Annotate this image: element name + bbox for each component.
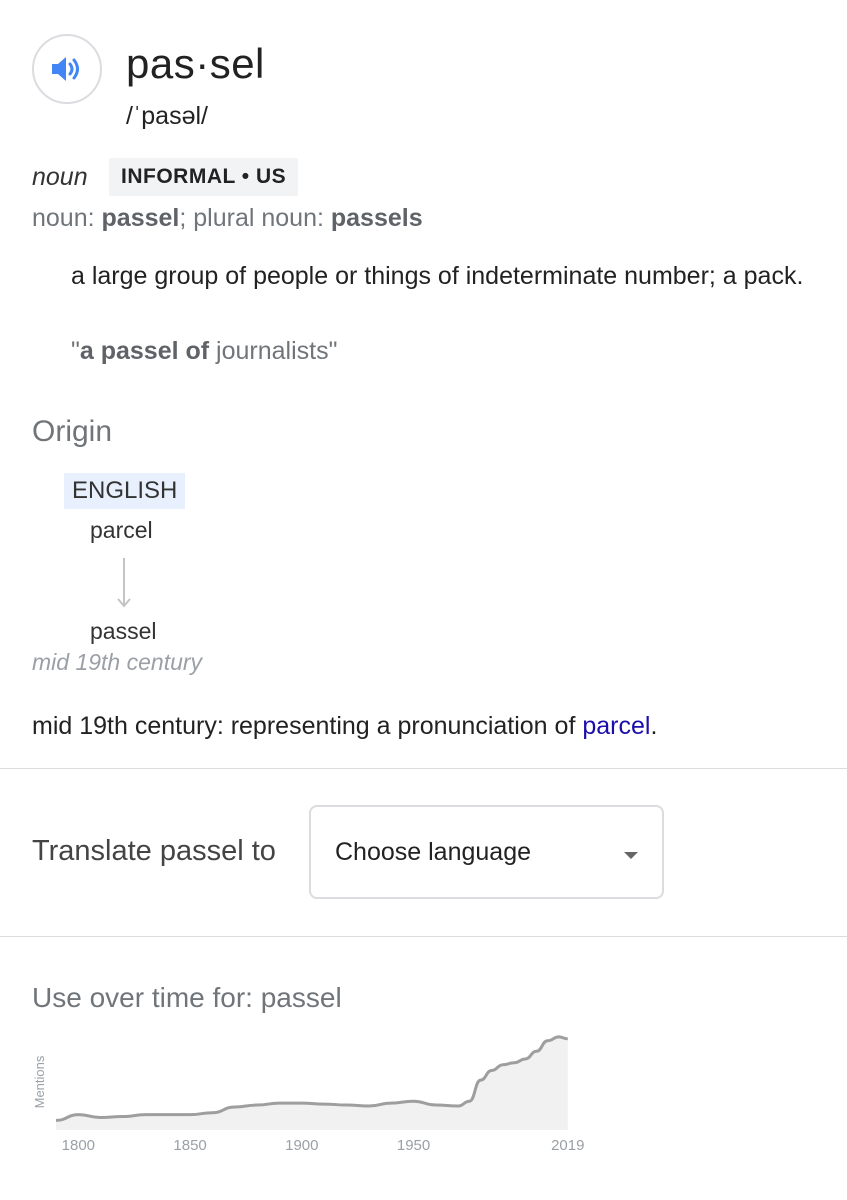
x-tick-label-3: 1950 [397, 1137, 430, 1154]
usage-over-time-chart: Mentions 1800 1850 1900 1950 2019 [32, 1035, 584, 1154]
pronunciation-audio-button[interactable] [32, 34, 102, 104]
x-tick-label-0: 1800 [62, 1137, 95, 1154]
noun-form-label: noun: [32, 204, 102, 232]
register-badge: INFORMAL • US [109, 158, 299, 196]
headword: pas·sel [126, 40, 265, 87]
origin-heading: Origin [32, 415, 113, 448]
part-of-speech: noun [32, 163, 88, 191]
language-select[interactable]: Choose language [309, 805, 664, 899]
usage-example: "a passel of journalists" [71, 337, 337, 366]
example-open-quote: " [71, 337, 80, 365]
origin-text-prefix: mid 19th century: representing a pronunc… [32, 712, 583, 740]
dropdown-arrow-icon [624, 852, 638, 859]
origin-language-badge: ENGLISH [64, 473, 186, 509]
section-divider [0, 936, 847, 937]
arrow-down-icon [117, 558, 131, 608]
noun-form-value: passel [101, 204, 180, 232]
origin-description: mid 19th century: representing a pronunc… [32, 712, 657, 741]
etymology-target-word: passel [90, 618, 157, 644]
translate-label: Translate passel to [32, 835, 276, 867]
speaker-icon [52, 57, 79, 81]
x-tick-label-4: 2019 [551, 1137, 584, 1154]
y-axis-label: Mentions [32, 1055, 47, 1108]
origin-text-suffix: . [650, 712, 658, 740]
plural-form-label: plural noun: [193, 204, 331, 232]
forms-separator: ; [179, 204, 194, 232]
example-highlight: a passel of [79, 337, 210, 365]
definition-text: a large group of people or things of ind… [71, 262, 804, 290]
plural-form-value: passels [330, 204, 423, 232]
x-tick-label-1: 1850 [173, 1137, 206, 1154]
example-rest: journalists [209, 337, 329, 365]
phonetic-transcription: /ˈpasəl/ [126, 102, 208, 130]
usage-heading: Use over time for: passel [32, 982, 342, 1013]
word-forms: noun: passel; plural noun: passels [32, 204, 423, 233]
etymology-source-word: parcel [90, 517, 153, 543]
x-tick-label-2: 1900 [285, 1137, 318, 1154]
parcel-link[interactable]: parcel [582, 712, 650, 740]
section-divider [0, 768, 847, 769]
language-select-value: Choose language [335, 837, 531, 866]
etymology-date: mid 19th century [32, 649, 203, 675]
example-close-quote: " [328, 337, 338, 365]
